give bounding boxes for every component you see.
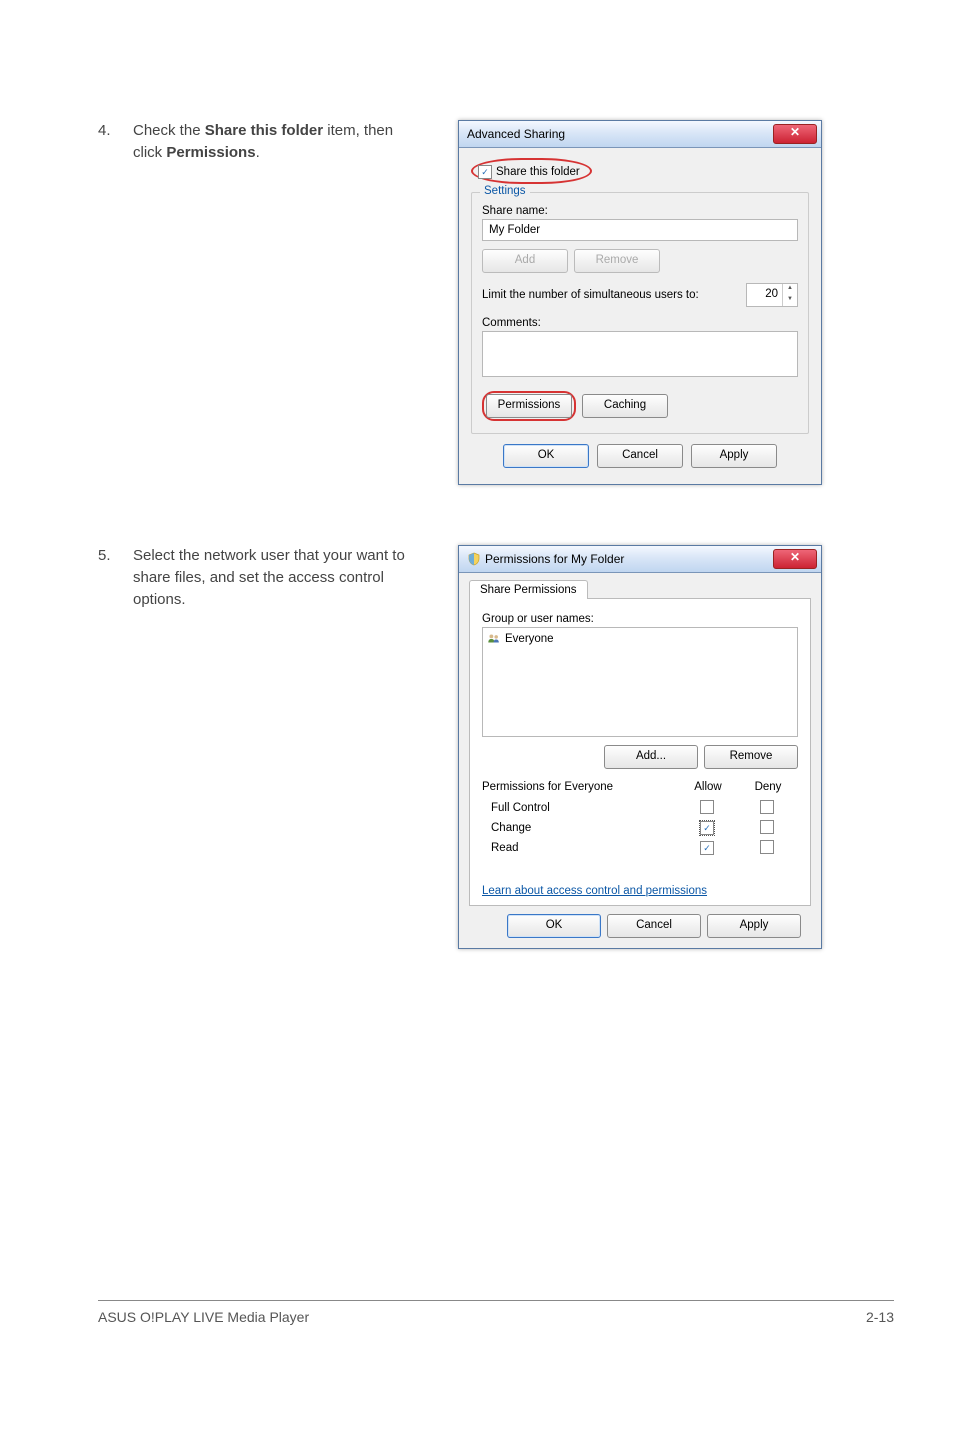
apply-button[interactable]: Apply bbox=[691, 444, 777, 468]
comments-label: Comments: bbox=[482, 317, 798, 329]
list-item[interactable]: Everyone bbox=[487, 632, 793, 646]
remove-button[interactable]: Remove bbox=[704, 745, 798, 769]
permissions-button[interactable]: Permissions bbox=[486, 394, 572, 418]
step-number: 5. bbox=[98, 545, 133, 564]
dialog-title: Advanced Sharing bbox=[467, 127, 565, 141]
spinner-down-icon[interactable]: ▼ bbox=[783, 295, 797, 306]
permissions-dialog: Permissions for My Folder ✕ Share Permis… bbox=[458, 545, 822, 949]
step-text: Select the network user that your want t… bbox=[133, 545, 428, 610]
add-button[interactable]: Add bbox=[482, 249, 568, 273]
share-folder-label: Share this folder bbox=[496, 166, 580, 178]
text-fragment: Check the bbox=[133, 122, 205, 139]
caching-button[interactable]: Caching bbox=[582, 394, 668, 418]
permission-label: Read bbox=[483, 842, 677, 854]
permissions-for-label: Permissions for Everyone bbox=[482, 781, 678, 793]
deny-header: Deny bbox=[738, 781, 798, 793]
apply-button[interactable]: Apply bbox=[707, 914, 801, 938]
group-icon bbox=[487, 632, 501, 646]
learn-link[interactable]: Learn about access control and permissio… bbox=[482, 885, 707, 897]
share-name-label: Share name: bbox=[482, 205, 798, 217]
settings-groupbox: Settings Share name: My Folder Add Remov… bbox=[471, 192, 809, 434]
close-icon: ✕ bbox=[790, 125, 800, 139]
deny-change-checkbox[interactable] bbox=[760, 820, 774, 834]
ok-button[interactable]: OK bbox=[507, 914, 601, 938]
text-fragment: . bbox=[256, 144, 260, 161]
ok-button[interactable]: OK bbox=[503, 444, 589, 468]
add-button[interactable]: Add... bbox=[604, 745, 698, 769]
user-listbox[interactable]: Everyone bbox=[482, 627, 798, 737]
titlebar[interactable]: Advanced Sharing ✕ bbox=[459, 121, 821, 148]
group-user-label: Group or user names: bbox=[482, 613, 798, 625]
allow-header: Allow bbox=[678, 781, 738, 793]
cancel-button[interactable]: Cancel bbox=[607, 914, 701, 938]
remove-button[interactable]: Remove bbox=[574, 249, 660, 273]
allow-change-checkbox[interactable]: ✓ bbox=[700, 821, 714, 835]
deny-read-checkbox[interactable] bbox=[760, 840, 774, 854]
permission-row: Read ✓ bbox=[483, 838, 797, 858]
spinner-up-icon[interactable]: ▲ bbox=[783, 284, 797, 295]
page-footer: ASUS O!PLAY LIVE Media Player 2-13 bbox=[98, 1300, 894, 1325]
annotation-oval: Permissions bbox=[482, 391, 576, 421]
allow-read-checkbox[interactable]: ✓ bbox=[700, 841, 714, 855]
step-text: Check the Share this folder item, then c… bbox=[133, 120, 428, 164]
footer-page-number: 2-13 bbox=[866, 1309, 894, 1325]
limit-value: 20 bbox=[747, 284, 782, 306]
close-button[interactable]: ✕ bbox=[773, 124, 817, 144]
titlebar[interactable]: Permissions for My Folder ✕ bbox=[459, 546, 821, 573]
user-name-label: Everyone bbox=[505, 633, 554, 645]
advanced-sharing-dialog: Advanced Sharing ✕ ✓ Share this folder S… bbox=[458, 120, 822, 485]
permission-row: Change ✓ bbox=[483, 818, 797, 838]
limit-label: Limit the number of simultaneous users t… bbox=[482, 289, 699, 301]
comments-field[interactable] bbox=[482, 331, 798, 377]
text-bold: Permissions bbox=[166, 144, 255, 161]
cancel-button[interactable]: Cancel bbox=[597, 444, 683, 468]
allow-full-checkbox[interactable] bbox=[700, 800, 714, 814]
share-folder-checkbox[interactable]: ✓ bbox=[478, 165, 492, 179]
close-button[interactable]: ✕ bbox=[773, 549, 817, 569]
permission-label: Full Control bbox=[483, 802, 677, 814]
annotation-circle: ✓ Share this folder bbox=[471, 158, 592, 184]
share-name-field[interactable]: My Folder bbox=[482, 219, 798, 241]
permission-row: Full Control bbox=[483, 798, 797, 818]
permission-label: Change bbox=[483, 822, 677, 834]
shield-icon bbox=[467, 552, 481, 566]
deny-full-checkbox[interactable] bbox=[760, 800, 774, 814]
close-icon: ✕ bbox=[790, 550, 800, 564]
groupbox-legend: Settings bbox=[480, 185, 530, 197]
dialog-title: Permissions for My Folder bbox=[485, 552, 624, 566]
limit-spinner[interactable]: 20 ▲ ▼ bbox=[746, 283, 798, 307]
tab-share-permissions[interactable]: Share Permissions bbox=[469, 580, 588, 599]
step-number: 4. bbox=[98, 120, 133, 139]
tab-panel: Group or user names: Everyone bbox=[469, 598, 811, 906]
text-bold: Share this folder bbox=[205, 122, 323, 139]
footer-left: ASUS O!PLAY LIVE Media Player bbox=[98, 1309, 309, 1325]
